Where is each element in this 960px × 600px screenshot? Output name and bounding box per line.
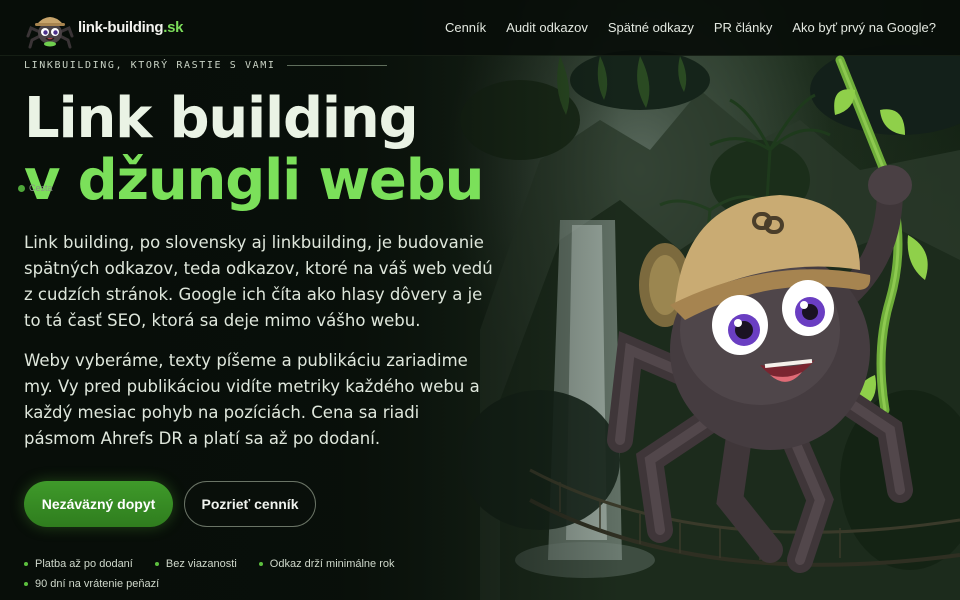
spider-explorer-illustration [607, 55, 928, 573]
list-item: Odkaz drží minimálne rok [258, 558, 395, 570]
path-marker-label: Cesta [29, 183, 53, 193]
site-header: link-building.sk Cenník Audit odkazov Sp… [0, 0, 960, 56]
title-line-2: v džungli webu [24, 148, 484, 213]
bullet-dot-icon [258, 562, 263, 566]
list-item: Platba až po dodaní [24, 558, 133, 570]
nav-item-pricing[interactable]: Cenník [445, 20, 486, 35]
logo-text: link-building.sk [78, 19, 184, 36]
bullet-dot-icon [24, 582, 28, 586]
nav-item-google-ranking[interactable]: Ako byť prvý na Google? [792, 20, 936, 35]
title-line-1: Link building [24, 86, 419, 151]
benefit-text: Odkaz drží minimálne rok [269, 558, 395, 570]
benefit-text: Bez viazanosti [165, 558, 237, 570]
path-marker-dot [18, 184, 25, 192]
nav-item-pr-articles[interactable]: PR články [714, 20, 773, 35]
intro-paragraph: Link building, po slovensky aj linkbuild… [24, 233, 493, 330]
benefit-text: 90 dní na vrátenie peňazí [35, 578, 160, 590]
main-nav: Cenník Audit odkazov Spätné odkazy PR čl… [445, 20, 936, 35]
eyebrow: LINKBUILDING, KTORÝ RASTIE S VAMI [24, 60, 388, 71]
eyebrow-text: LINKBUILDING, KTORÝ RASTIE S VAMI [24, 60, 276, 71]
logo[interactable]: link-building.sk [26, 6, 184, 50]
nav-item-link-audit[interactable]: Audit odkazov [506, 20, 588, 35]
spider-hand [868, 165, 912, 205]
bullet-dot-icon [154, 562, 159, 566]
page-title: Link building v džungli webu [24, 86, 484, 213]
list-item: Bez viazanosti [154, 558, 237, 570]
list-item: 90 dní na vrátenie peňazí [24, 578, 159, 590]
view-pricing-button[interactable]: Pozrieť cenník [184, 481, 316, 527]
spider-mascot-icon [26, 16, 74, 48]
benefit-text: Platba až po dodaní [35, 558, 133, 570]
process-paragraph: Weby vyberáme, texty píšeme a publikáciu… [24, 351, 480, 448]
eyebrow-divider [287, 65, 388, 66]
bullet-dot-icon [24, 562, 28, 566]
nav-item-backlinks[interactable]: Spätné odkazy [608, 20, 694, 35]
path-marker: Cesta [18, 183, 53, 193]
inquiry-button[interactable]: Nezáväzný dopyt [24, 481, 173, 527]
benefits-list: Platba až po dodaní Bez viazanosti Odkaz… [24, 558, 444, 590]
